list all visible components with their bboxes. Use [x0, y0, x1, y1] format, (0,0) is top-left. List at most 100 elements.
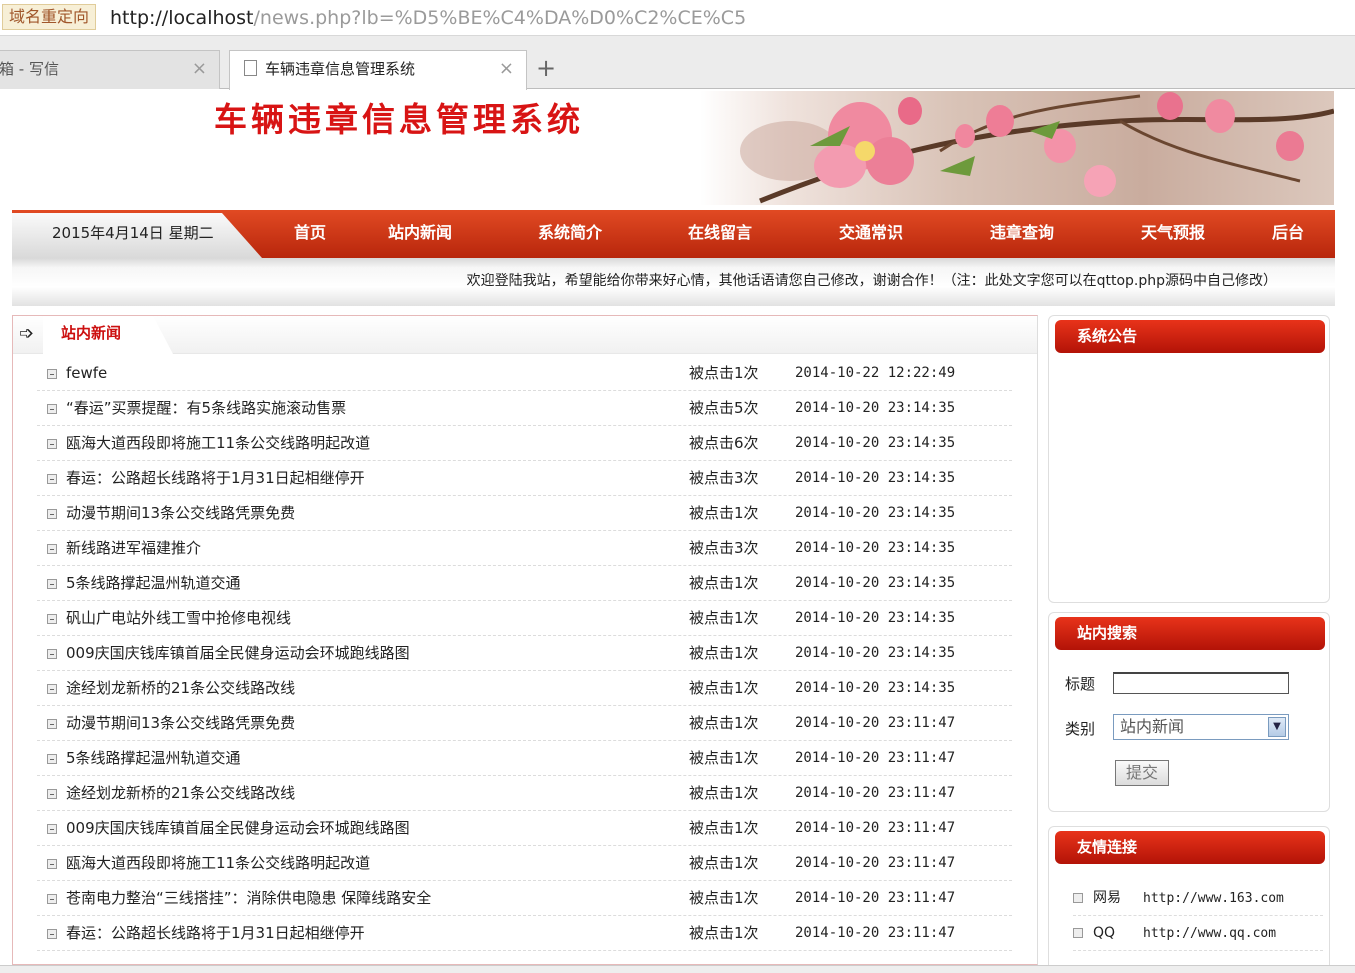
link-url[interactable]: http://www.163.com: [1143, 881, 1284, 916]
news-row[interactable]: 矾山广电站外线工雪中抢修电视线 被点击1次 2014-10-20 23:14:35: [37, 601, 1012, 636]
submit-button[interactable]: 提交: [1115, 760, 1169, 786]
news-time: 2014-10-20 23:14:35: [795, 610, 956, 626]
site-banner: 车辆违章信息管理系统: [0, 89, 1355, 211]
news-row[interactable]: 瓯海大道西段即将施工11条公交线路明起改道 被点击6次 2014-10-20 23:…: [37, 426, 1012, 461]
news-title-link[interactable]: 瓯海大道西段即将施工11条公交线路明起改道: [66, 846, 370, 881]
news-time: 2014-10-20 23:11:47: [795, 750, 956, 766]
news-title-link[interactable]: 5条线路撑起温州轨道交通: [66, 566, 241, 601]
nav-weather[interactable]: 天气预报: [1141, 210, 1205, 256]
news-hits: 被点击1次: [689, 924, 759, 942]
bullet-square-icon: [47, 439, 57, 449]
bullet-square-icon: [47, 509, 57, 519]
bullet-square-icon: [47, 929, 57, 939]
news-row[interactable]: 苍南电力整治“三线搭挂”：消除供电隐患 保障线路安全 被点击1次 2014-10-2…: [37, 881, 1012, 916]
news-hits: 被点击6次: [689, 434, 759, 452]
news-title-link[interactable]: “春运”买票提醒：有5条线路实施滚动售票: [66, 391, 346, 426]
bullet-square-icon: [47, 579, 57, 589]
link-item[interactable]: QQ http://www.qq.com: [1073, 916, 1323, 951]
category-select[interactable]: 站内新闻 ▼: [1113, 714, 1289, 740]
date-display: 2015年4月14日 星期二: [12, 213, 262, 258]
dropdown-arrow-icon[interactable]: ▼: [1268, 717, 1286, 737]
nav-admin[interactable]: 后台: [1272, 210, 1304, 256]
news-title-link[interactable]: 矾山广电站外线工雪中抢修电视线: [66, 601, 291, 636]
news-hits: 被点击5次: [689, 399, 759, 417]
news-row[interactable]: 春运：公路超长线路将于1月31日起相继停开 被点击1次 2014-10-20 23:…: [37, 916, 1012, 951]
redirect-badge[interactable]: 域名重定向: [2, 4, 97, 30]
news-title-link[interactable]: 动漫节期间13条公交线路凭票免费: [66, 496, 295, 531]
news-row[interactable]: 5条线路撑起温州轨道交通 被点击1次 2014-10-20 23:11:47: [37, 741, 1012, 776]
news-panel: ➩ 站内新闻 fewfe 被点击1次 2014-10-22 12:22:49 “春运”…: [12, 315, 1038, 965]
news-title-link[interactable]: 动漫节期间13条公交线路凭票免费: [66, 706, 295, 741]
bullet-square-icon: [47, 649, 57, 659]
news-hits: 被点击3次: [689, 469, 759, 487]
news-time: 2014-10-20 23:14:35: [795, 575, 956, 591]
bullet-square-icon: [47, 859, 57, 869]
page-icon: [244, 60, 257, 76]
news-row[interactable]: 动漫节期间13条公交线路凭票免费 被点击1次 2014-10-20 23:14:35: [37, 496, 1012, 531]
bullet-square-icon: [47, 824, 57, 834]
news-title-link[interactable]: 春运：公路超长线路将于1月31日起相继停开: [66, 461, 365, 496]
tab-mail[interactable]: 箱 - 写信 ×: [0, 50, 220, 89]
news-hits: 被点击1次: [689, 889, 759, 907]
news-title-link[interactable]: 009庆国庆钱库镇首届全民健身运动会环城跑线路图: [66, 636, 410, 671]
title-input[interactable]: [1113, 672, 1289, 694]
bullet-square-icon: [47, 754, 57, 764]
news-row[interactable]: 009庆国庆钱库镇首届全民健身运动会环城跑线路图 被点击1次 2014-10-20 …: [37, 811, 1012, 846]
news-time: 2014-10-20 23:11:47: [795, 785, 956, 801]
news-row[interactable]: 春运：公路超长线路将于1月31日起相继停开 被点击3次 2014-10-20 23:…: [37, 461, 1012, 496]
nav-about[interactable]: 系统简介: [538, 210, 602, 256]
nav-traffic-tips[interactable]: 交通常识: [839, 210, 903, 256]
news-title-link[interactable]: 新线路进军福建推介: [66, 531, 201, 566]
address-bar[interactable]: 域名重定向 http://localhost/news.php?lb=%D5%B…: [0, 0, 1355, 36]
notice-title: 系统公告: [1055, 320, 1325, 353]
news-hits: 被点击1次: [689, 504, 759, 522]
nav-guestbook[interactable]: 在线留言: [688, 210, 752, 256]
news-row[interactable]: 动漫节期间13条公交线路凭票免费 被点击1次 2014-10-20 23:11:47: [37, 706, 1012, 741]
news-hits: 被点击1次: [689, 364, 759, 382]
news-row[interactable]: 5条线路撑起温州轨道交通 被点击1次 2014-10-20 23:14:35: [37, 566, 1012, 601]
news-title-link[interactable]: 途经划龙新桥的21条公交线路改线: [66, 776, 295, 811]
link-name[interactable]: QQ: [1093, 916, 1115, 951]
news-row[interactable]: 新线路进军福建推介 被点击3次 2014-10-20 23:14:35: [37, 531, 1012, 566]
link-url[interactable]: http://www.qq.com: [1143, 916, 1276, 951]
welcome-marquee: 欢迎登陆我站，希望能给你带来好心情，其他话语请您自己修改，谢谢合作！（注：此处文…: [12, 258, 1335, 306]
new-tab-button[interactable]: +: [533, 50, 559, 86]
news-title-link[interactable]: 春运：公路超长线路将于1月31日起相继停开: [66, 916, 365, 951]
nav-news[interactable]: 站内新闻: [388, 210, 452, 256]
news-hits: 被点击1次: [689, 749, 759, 767]
close-icon[interactable]: ×: [192, 51, 207, 87]
news-row[interactable]: 009庆国庆钱库镇首届全民健身运动会环城跑线路图 被点击1次 2014-10-20 …: [37, 636, 1012, 671]
nav-violation-query[interactable]: 违章查询: [990, 210, 1054, 256]
news-row[interactable]: fewfe 被点击1次 2014-10-22 12:22:49: [37, 356, 1012, 391]
news-title-link[interactable]: 009庆国庆钱库镇首届全民健身运动会环城跑线路图: [66, 811, 410, 846]
news-row[interactable]: “春运”买票提醒：有5条线路实施滚动售票 被点击5次 2014-10-20 23:1…: [37, 391, 1012, 426]
news-row[interactable]: 途经划龙新桥的21条公交线路改线 被点击1次 2014-10-20 23:14:35: [37, 671, 1012, 706]
news-hits: 被点击1次: [689, 574, 759, 592]
news-panel-header: ➩ 站内新闻: [13, 316, 1037, 354]
link-item[interactable]: 网易 http://www.163.com: [1073, 881, 1323, 916]
news-row[interactable]: 瓯海大道西段即将施工11条公交线路明起改道 被点击1次 2014-10-20 23:…: [37, 846, 1012, 881]
news-time: 2014-10-20 23:11:47: [795, 855, 956, 871]
news-title-link[interactable]: 5条线路撑起温州轨道交通: [66, 741, 241, 776]
url-text[interactable]: http://localhost/news.php?lb=%D5%BE%C4%D…: [110, 6, 746, 30]
banner-image: [700, 91, 1334, 205]
news-title-link[interactable]: fewfe: [66, 356, 107, 391]
url-path: /news.php?lb=%D5%BE%C4%DA%D0%C2%CE%C5: [253, 7, 747, 29]
bullet-square-icon: [47, 614, 57, 624]
news-hits: 被点击1次: [689, 854, 759, 872]
news-row[interactable]: 途经划龙新桥的21条公交线路改线 被点击1次 2014-10-20 23:11:47: [37, 776, 1012, 811]
bullet-square-icon: [47, 404, 57, 414]
news-hits: 被点击1次: [689, 819, 759, 837]
news-time: 2014-10-20 23:11:47: [795, 925, 956, 941]
tab-bar: 箱 - 写信 × 车辆违章信息管理系统 × +: [0, 36, 1355, 90]
nav-home[interactable]: 首页: [294, 210, 326, 256]
tab-active[interactable]: 车辆违章信息管理系统 ×: [229, 50, 527, 90]
news-title-link[interactable]: 途经划龙新桥的21条公交线路改线: [66, 671, 295, 706]
status-bar: [0, 965, 1355, 973]
news-title-link[interactable]: 瓯海大道西段即将施工11条公交线路明起改道: [66, 426, 370, 461]
close-icon[interactable]: ×: [499, 51, 514, 87]
link-name[interactable]: 网易: [1093, 881, 1121, 916]
news-title-link[interactable]: 苍南电力整治“三线搭挂”：消除供电隐患 保障线路安全: [66, 881, 431, 916]
news-time: 2014-10-20 23:14:35: [795, 400, 956, 416]
bullet-square-icon: [1073, 893, 1083, 903]
